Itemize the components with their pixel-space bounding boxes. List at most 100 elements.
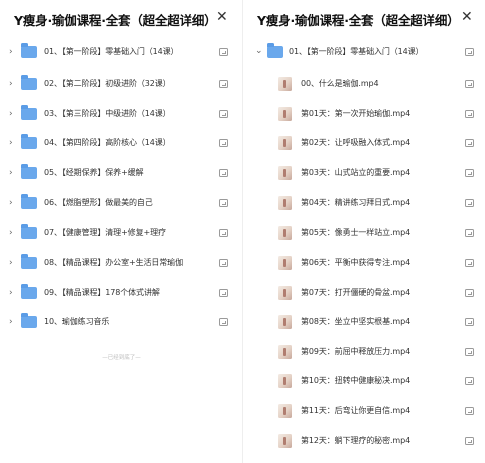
save-to-drive-icon[interactable]: [465, 376, 474, 385]
file-row[interactable]: 第04天：精讲练习拜日式.mp4: [243, 188, 485, 217]
save-to-drive-icon[interactable]: [465, 288, 474, 297]
folder-label: 08、【精品课程】办公室+生活日常瑜伽: [44, 258, 183, 267]
save-to-drive-icon[interactable]: [219, 168, 228, 177]
chevron-right-icon[interactable]: ›: [9, 288, 13, 298]
panel-title: Y瘦身·瑜伽课程·全套（超全超详细）: [257, 13, 460, 28]
file-row[interactable]: 第03天：山式站立的重要.mp4: [243, 158, 485, 187]
chevron-right-icon[interactable]: ›: [9, 317, 13, 327]
folder-row[interactable]: › 05、【经期保养】保养+缓解: [0, 158, 243, 187]
chevron-down-icon[interactable]: ⌄: [255, 46, 263, 56]
left-panel: Y瘦身·瑜伽课程·全套（超全超详细） ✕ › 01、【第一阶段】零基础入门（14…: [0, 0, 243, 463]
file-row[interactable]: 第01天：第一次开始瑜伽.mp4: [243, 99, 485, 128]
file-label: 第11天：后弯让你更自信.mp4: [301, 406, 411, 415]
end-of-list-note: —已经到底了—: [102, 355, 141, 361]
chevron-right-icon[interactable]: ›: [9, 138, 13, 148]
folder-row[interactable]: › 03、【第三阶段】中级进阶（14课）: [0, 99, 243, 128]
file-label: 第10天：扭转中健康秘决.mp4: [301, 376, 411, 385]
chevron-right-icon[interactable]: ›: [9, 198, 13, 208]
video-thumbnail-icon: [278, 135, 292, 150]
close-icon[interactable]: ✕: [461, 9, 473, 25]
save-to-drive-icon[interactable]: [219, 79, 228, 88]
file-label: 第04天：精讲练习拜日式.mp4: [301, 198, 411, 207]
file-label: 第07天：打开僵硬的骨盆.mp4: [301, 288, 411, 297]
panel-title: Y瘦身·瑜伽课程·全套（超全超详细）: [14, 13, 217, 28]
chevron-right-icon[interactable]: ›: [9, 47, 13, 57]
video-thumbnail-icon: [278, 165, 292, 180]
file-row[interactable]: 第12天：躺下理疗的秘密.mp4: [243, 426, 485, 455]
save-to-drive-icon[interactable]: [465, 198, 474, 207]
folder-icon: [21, 163, 37, 179]
right-panel: Y瘦身·瑜伽课程·全套（超全超详细） ✕ ⌄ 01、【第一阶段】零基础入门（14…: [243, 0, 485, 463]
chevron-right-icon[interactable]: ›: [9, 258, 13, 268]
folder-icon: [21, 223, 37, 239]
file-row[interactable]: 00、什么是瑜伽.mp4: [243, 69, 485, 98]
video-thumbnail-icon: [278, 403, 292, 418]
close-icon[interactable]: ✕: [216, 9, 228, 25]
folder-row[interactable]: › 07、【健康管理】清理+修复+理疗: [0, 218, 243, 247]
video-thumbnail-icon: [278, 314, 292, 329]
folder-label: 05、【经期保养】保养+缓解: [44, 168, 144, 177]
folder-label: 03、【第三阶段】中级进阶（14课）: [44, 109, 171, 118]
folder-label: 07、【健康管理】清理+修复+理疗: [44, 228, 166, 237]
folder-icon: [21, 42, 37, 58]
folder-row[interactable]: › 08、【精品课程】办公室+生活日常瑜伽: [0, 248, 243, 277]
folder-row[interactable]: › 10、瑜伽练习音乐: [0, 307, 243, 336]
folder-label: 01、【第一阶段】零基础入门（14课）: [289, 47, 424, 56]
video-thumbnail-icon: [278, 285, 292, 300]
folder-icon: [21, 104, 37, 120]
video-thumbnail-icon: [278, 433, 292, 448]
file-row[interactable]: 第11天：后弯让你更自信.mp4: [243, 396, 485, 425]
save-to-drive-icon[interactable]: [219, 258, 228, 267]
folder-icon: [21, 312, 37, 328]
expanded-folder-row[interactable]: ⌄ 01、【第一阶段】零基础入门（14课）: [243, 37, 485, 66]
file-row[interactable]: 第09天：前屈中释放压力.mp4: [243, 337, 485, 366]
folder-icon: [21, 283, 37, 299]
save-to-drive-icon[interactable]: [465, 436, 474, 445]
folder-icon: [267, 42, 283, 58]
save-to-drive-icon[interactable]: [219, 228, 228, 237]
chevron-right-icon[interactable]: ›: [9, 79, 13, 89]
save-to-drive-icon[interactable]: [219, 198, 228, 207]
video-thumbnail-icon: [278, 373, 292, 388]
folder-label: 10、瑜伽练习音乐: [44, 317, 110, 326]
save-to-drive-icon[interactable]: [465, 347, 474, 356]
folder-label: 02、【第二阶段】初级进阶（32课）: [44, 79, 171, 88]
save-to-drive-icon[interactable]: [219, 138, 228, 147]
save-to-drive-icon[interactable]: [465, 109, 474, 118]
file-row[interactable]: 第06天：平衡中获得专注.mp4: [243, 248, 485, 277]
file-row[interactable]: 第07天：打开僵硬的骨盆.mp4: [243, 278, 485, 307]
save-to-drive-icon[interactable]: [465, 168, 474, 177]
folder-row[interactable]: › 06、【燃脂塑形】做最美的自己: [0, 188, 243, 217]
save-to-drive-icon[interactable]: [465, 406, 474, 415]
video-thumbnail-icon: [278, 76, 292, 91]
file-label: 第02天：让呼吸融入体式.mp4: [301, 138, 411, 147]
file-label: 第09天：前屈中释放压力.mp4: [301, 347, 411, 356]
video-thumbnail-icon: [278, 255, 292, 270]
folder-label: 01、【第一阶段】零基础入门（14课）: [44, 47, 179, 56]
save-to-drive-icon[interactable]: [465, 317, 474, 326]
chevron-right-icon[interactable]: ›: [9, 228, 13, 238]
save-to-drive-icon[interactable]: [465, 228, 474, 237]
save-to-drive-icon[interactable]: [219, 109, 228, 118]
folder-row[interactable]: › 02、【第二阶段】初级进阶（32课）: [0, 69, 243, 98]
folder-row[interactable]: › 04、【第四阶段】高阶核心（14课）: [0, 128, 243, 157]
video-thumbnail-icon: [278, 225, 292, 240]
save-to-drive-icon[interactable]: [465, 47, 474, 56]
file-row[interactable]: 第02天：让呼吸融入体式.mp4: [243, 128, 485, 157]
file-row[interactable]: 第10天：扭转中健康秘决.mp4: [243, 366, 485, 395]
video-thumbnail-icon: [278, 195, 292, 210]
folder-row[interactable]: › 09、【精品课程】178个体式讲解: [0, 278, 243, 307]
save-to-drive-icon[interactable]: [219, 288, 228, 297]
save-to-drive-icon[interactable]: [465, 138, 474, 147]
chevron-right-icon[interactable]: ›: [9, 109, 13, 119]
save-to-drive-icon[interactable]: [219, 317, 228, 326]
save-to-drive-icon[interactable]: [465, 79, 474, 88]
folder-row[interactable]: › 01、【第一阶段】零基础入门（14课）: [0, 37, 243, 66]
chevron-right-icon[interactable]: ›: [9, 168, 13, 178]
file-row[interactable]: 第05天：像勇士一样站立.mp4: [243, 218, 485, 247]
file-row[interactable]: 第08天：坐立中坚实根基.mp4: [243, 307, 485, 336]
folder-label: 04、【第四阶段】高阶核心（14课）: [44, 138, 171, 147]
save-to-drive-icon[interactable]: [219, 47, 228, 56]
save-to-drive-icon[interactable]: [465, 258, 474, 267]
file-label: 第03天：山式站立的重要.mp4: [301, 168, 411, 177]
